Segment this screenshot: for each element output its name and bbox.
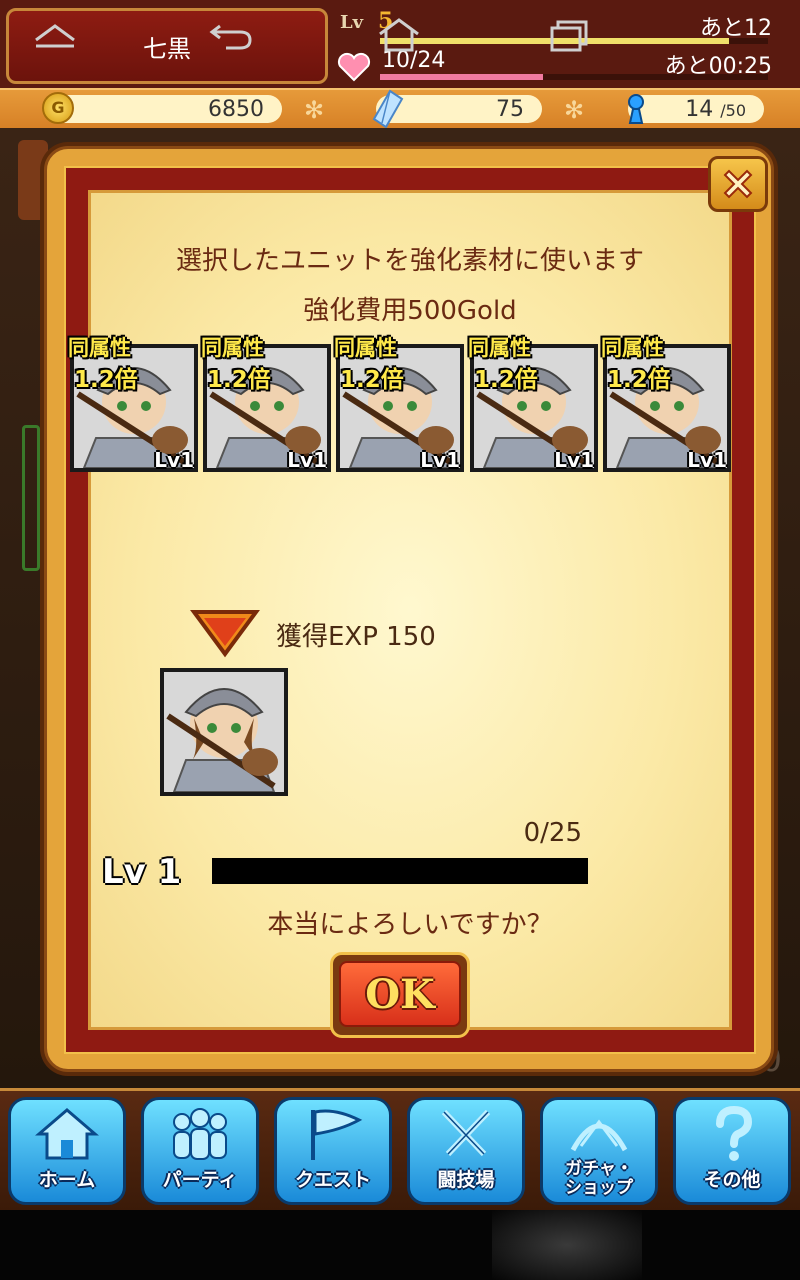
- resource-bar: G 6850 ✻ 75 ✻ 14 /50: [0, 88, 800, 130]
- home-icon: [35, 1108, 99, 1160]
- background-card-edge: [22, 425, 40, 571]
- quest-flag-icon: [311, 1109, 363, 1160]
- material-unit-card[interactable]: 同属性 1.2倍 Lv1: [601, 336, 731, 472]
- unit-counter: 14 /50: [628, 94, 764, 124]
- level-label: Lv: [340, 12, 364, 33]
- nav-gacha-label: ガチャ・ ショップ: [565, 1159, 633, 1198]
- flower-ornament-icon: ✻: [304, 96, 325, 124]
- attribute-bonus-label: 1.2倍: [607, 367, 671, 393]
- gold-counter: G 6850: [42, 92, 282, 124]
- attribute-bonus-label: 1.2倍: [474, 367, 538, 393]
- nav-quest-label: クエスト: [294, 1169, 371, 1191]
- nav-home-button[interactable]: ホーム: [8, 1097, 126, 1205]
- unit-level-label: Lv1: [420, 448, 460, 472]
- close-icon: [723, 169, 753, 199]
- gold-value: 6850: [208, 97, 264, 122]
- stamina-bar: [380, 74, 768, 80]
- crystal-counter: 75: [372, 89, 542, 129]
- gold-coin-icon: G: [42, 92, 74, 124]
- nav-other-label: その他: [703, 1169, 761, 1191]
- party-icon: [173, 1108, 227, 1160]
- arena-swords-icon: [441, 1109, 491, 1157]
- attribute-badge-label: 同属性: [601, 336, 664, 360]
- gain-exp-label: 獲得EXP 150: [276, 622, 436, 652]
- target-unit-portrait[interactable]: [160, 668, 290, 798]
- nav-gacha-shop-button[interactable]: ガチャ・ ショップ: [540, 1097, 658, 1205]
- nav-arena-label: 闘技場: [437, 1169, 495, 1191]
- nav-home-label: ホーム: [38, 1169, 96, 1191]
- nav-party-button[interactable]: パーティ: [141, 1097, 259, 1205]
- unit-level-label: Lv1: [287, 448, 327, 472]
- nav-other-button[interactable]: その他: [673, 1097, 791, 1205]
- bottom-nav: ホーム パーティ クエスト 闘技場 ガチャ・ ショップ その他: [0, 1088, 800, 1213]
- recents-press-glow: [492, 1210, 642, 1280]
- ok-button[interactable]: OK: [330, 952, 470, 1038]
- attribute-badge-label: 同属性: [334, 336, 397, 360]
- android-recents-icon[interactable]: [544, 18, 594, 52]
- attribute-bonus-label: 1.2倍: [340, 367, 404, 393]
- confirm-text: 本当によろしいですか？: [267, 910, 553, 940]
- crystal-icon: [372, 89, 404, 129]
- question-icon: [716, 1106, 753, 1161]
- material-unit-card[interactable]: 同属性 1.2倍 Lv1: [468, 336, 598, 472]
- android-navigation-bar: [0, 1210, 800, 1280]
- attribute-bonus-label: 1.2倍: [74, 367, 138, 393]
- nav-party-label: パーティ: [162, 1169, 238, 1191]
- unit-icon: [628, 94, 644, 124]
- close-button[interactable]: [708, 156, 768, 212]
- android-home-icon[interactable]: [374, 18, 424, 52]
- enhance-cost: 強化費用500Gold: [303, 296, 517, 326]
- player-name: 七黒: [143, 34, 191, 63]
- heart-icon: [337, 52, 371, 82]
- attribute-badge-label: 同属性: [468, 336, 531, 360]
- exp-count: 0/25: [523, 818, 582, 848]
- unit-value: 14 /50: [685, 97, 746, 122]
- attribute-badge-label: 同属性: [68, 336, 131, 360]
- unit-portrait-image: [164, 672, 284, 792]
- attribute-bonus-label: 1.2倍: [207, 367, 271, 393]
- unit-level-label: Lv1: [554, 448, 594, 472]
- crystal-value: 75: [496, 97, 524, 122]
- target-exp-bar: [212, 858, 588, 884]
- unit-level-label: Lv1: [687, 448, 727, 472]
- attribute-badge-label: 同属性: [201, 336, 264, 360]
- flower-ornament-icon: ✻: [564, 96, 585, 124]
- android-undo-icon[interactable]: [206, 18, 256, 52]
- nav-arena-button[interactable]: 闘技場: [407, 1097, 525, 1205]
- material-unit-card[interactable]: 同属性 1.2倍 Lv1: [334, 336, 464, 472]
- android-back-icon[interactable]: [30, 18, 80, 52]
- material-unit-card[interactable]: 同属性 1.2倍 Lv1: [201, 336, 331, 472]
- ok-label: OK: [365, 970, 435, 1018]
- arrow-down-icon: [190, 610, 260, 658]
- nav-quest-button[interactable]: クエスト: [274, 1097, 392, 1205]
- unit-level-label: Lv1: [154, 448, 194, 472]
- dialog-message: 選択したユニットを強化素材に使います: [175, 246, 644, 276]
- target-level: Lv 1: [102, 852, 182, 892]
- gacha-icon: [570, 1119, 628, 1152]
- material-unit-card[interactable]: 同属性 1.2倍 Lv1: [68, 336, 198, 472]
